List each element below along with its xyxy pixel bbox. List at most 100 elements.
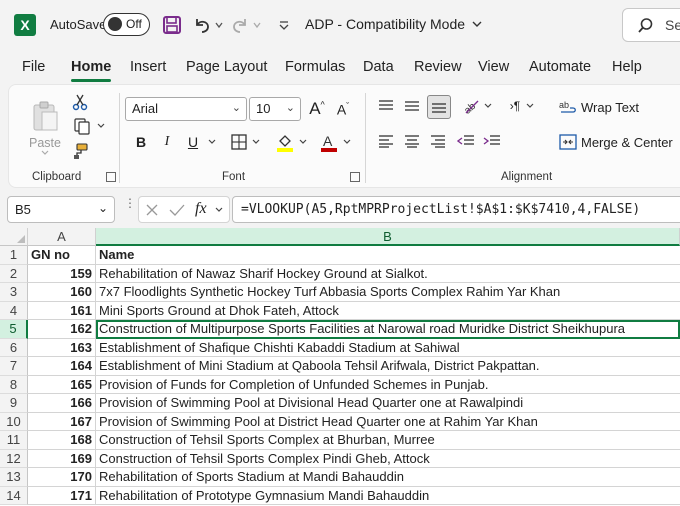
formula-input[interactable]: =VLOOKUP(A5,RptMPRProjectList!$A$1:$K$74… (232, 196, 680, 223)
paste-button[interactable]: Paste (27, 93, 63, 163)
row-header[interactable]: 8 (0, 375, 28, 394)
fill-color-button[interactable] (271, 130, 311, 154)
autosave-toggle[interactable]: Off (103, 13, 150, 36)
insert-function-icon[interactable]: fx (195, 200, 207, 218)
row-header[interactable]: 5 (0, 320, 28, 339)
bottom-align-button[interactable] (427, 95, 451, 119)
undo-dropdown-icon[interactable] (212, 12, 226, 38)
row-header[interactable]: 9 (0, 394, 28, 413)
underline-dropdown-icon[interactable] (205, 130, 219, 154)
cell-b[interactable]: Provision of Swimming Pool at Divisional… (96, 394, 680, 413)
name-box[interactable]: B5 ⌄ (7, 196, 115, 223)
tab-insert[interactable]: Insert (130, 59, 166, 75)
cell-a[interactable]: 170 (28, 468, 96, 487)
cell-a[interactable]: 161 (28, 301, 96, 320)
cell-b[interactable]: 7x7 Floodlights Synthetic Hockey Turf Ab… (96, 283, 680, 302)
formula-bar-options-icon[interactable]: ⋮ (124, 197, 136, 209)
italic-button[interactable]: I (157, 130, 177, 154)
row-header[interactable]: 1 (0, 246, 28, 265)
tab-help[interactable]: Help (612, 59, 642, 75)
document-title[interactable]: ADP - Compatibility Mode (305, 16, 483, 32)
row-header[interactable]: 14 (0, 486, 28, 505)
increase-font-size-button[interactable]: A^ (306, 97, 328, 121)
text-direction-button[interactable]: ›¶ (504, 95, 540, 117)
cell-a[interactable]: 162 (28, 320, 96, 339)
save-icon[interactable] (160, 12, 184, 38)
tab-page-layout[interactable]: Page Layout (186, 59, 267, 75)
tab-review[interactable]: Review (414, 59, 462, 75)
tab-home[interactable]: Home (71, 59, 112, 82)
merge-center-button[interactable]: Merge & Center (559, 130, 679, 154)
middle-align-button[interactable] (401, 95, 423, 117)
tab-view[interactable]: View (478, 59, 509, 75)
bold-button[interactable]: B (131, 130, 151, 154)
cell-b[interactable]: Construction of Tehsil Sports Complex Pi… (96, 450, 680, 468)
redo-dropdown-icon[interactable] (250, 12, 264, 38)
tab-file[interactable]: File (22, 59, 45, 75)
column-header-a[interactable]: A (28, 228, 96, 246)
decrease-indent-button[interactable] (455, 130, 477, 152)
clipboard-dialog-launcher-icon[interactable] (106, 172, 116, 182)
row-header[interactable]: 4 (0, 301, 28, 320)
increase-indent-button[interactable] (481, 130, 503, 152)
active-cell-b5[interactable]: Construction of Multipurpose Sports Faci… (96, 320, 680, 339)
cell-b[interactable]: Rehabilitation of Nawaz Sharif Hockey Gr… (96, 265, 680, 283)
cell-b[interactable]: Establishment of Mini Stadium at Qaboola… (96, 357, 680, 376)
cell-b[interactable]: Establishment of Shafique Chishti Kabadd… (96, 339, 680, 357)
cell-a[interactable]: 168 (28, 431, 96, 450)
align-left-button[interactable] (375, 130, 397, 152)
top-align-button[interactable] (375, 95, 397, 117)
row-header[interactable]: 6 (0, 338, 28, 357)
font-name-box[interactable]: Arial ⌄ (125, 97, 247, 121)
customize-toolbar-icon[interactable] (272, 12, 296, 38)
tab-formulas[interactable]: Formulas (285, 59, 345, 75)
align-center-button[interactable] (401, 130, 423, 152)
row-header[interactable]: 10 (0, 412, 28, 431)
cell-b[interactable]: Name (96, 246, 680, 265)
row-header[interactable]: 3 (0, 283, 28, 302)
column-header-b[interactable]: B (96, 228, 680, 246)
row-header[interactable]: 11 (0, 431, 28, 450)
wrap-text-button[interactable]: ab Wrap Text (559, 95, 649, 119)
redo-icon[interactable] (228, 12, 252, 38)
align-right-button[interactable] (427, 130, 449, 152)
cancel-entry-icon[interactable] (145, 203, 159, 217)
undo-icon[interactable] (190, 12, 214, 38)
font-size-box[interactable]: 10 ⌄ (249, 97, 301, 121)
orientation-button[interactable]: ab (459, 95, 495, 117)
confirm-entry-icon[interactable] (169, 203, 185, 217)
cell-a[interactable]: 160 (28, 283, 96, 302)
cell-b[interactable]: Provision of Swimming Pool at District H… (96, 413, 680, 431)
row-header[interactable]: 7 (0, 357, 28, 376)
copy-button[interactable] (69, 115, 109, 137)
cell-a[interactable]: 166 (28, 394, 96, 413)
cell-a[interactable]: GN no (28, 246, 96, 265)
select-all-button[interactable] (0, 228, 28, 246)
row-header[interactable]: 2 (0, 264, 28, 283)
cell-a[interactable]: 167 (28, 412, 96, 431)
cell-b[interactable]: Provision of Funds for Completion of Unf… (96, 376, 680, 394)
cell-b[interactable]: Mini Sports Ground at Dhok Fateh, Attock (96, 302, 680, 320)
tab-automate[interactable]: Automate (529, 59, 591, 75)
font-dialog-launcher-icon[interactable] (350, 172, 360, 182)
cell-b[interactable]: Rehabilitation of Prototype Gymnasium Ma… (96, 487, 680, 505)
cell-a[interactable]: 164 (28, 357, 96, 376)
cut-button[interactable] (69, 91, 91, 113)
row-header[interactable]: 13 (0, 468, 28, 487)
cell-a[interactable]: 171 (28, 486, 96, 505)
cell-b[interactable]: Construction of Tehsil Sports Complex at… (96, 431, 680, 450)
cell-a[interactable]: 159 (28, 264, 96, 283)
decrease-font-size-button[interactable]: Aˇ (332, 97, 354, 121)
font-color-button[interactable]: A (315, 130, 355, 154)
format-painter-button[interactable] (69, 140, 91, 162)
cell-b[interactable]: Rehabilitation of Sports Stadium at Mand… (96, 468, 680, 487)
borders-button[interactable] (225, 130, 265, 154)
svg-text:ab: ab (559, 100, 569, 110)
row-header[interactable]: 12 (0, 449, 28, 468)
search-box[interactable]: Se (622, 8, 680, 42)
cell-a[interactable]: 163 (28, 338, 96, 357)
cell-a[interactable]: 165 (28, 375, 96, 394)
cell-a[interactable]: 169 (28, 449, 96, 468)
tab-data[interactable]: Data (363, 59, 394, 75)
underline-button[interactable]: U (183, 130, 203, 154)
